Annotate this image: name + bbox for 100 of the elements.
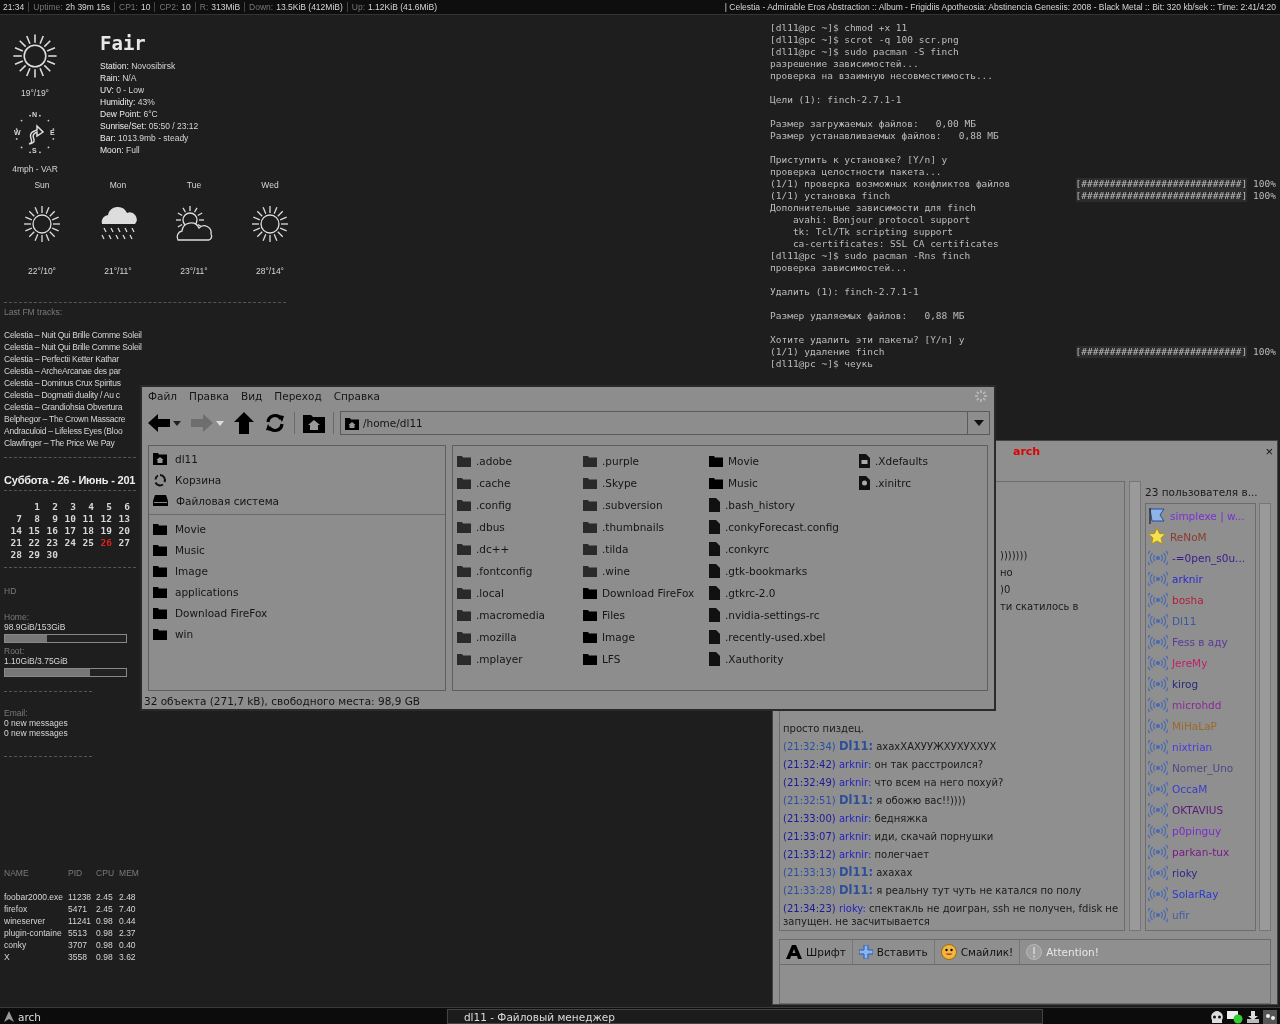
file-item[interactable]: .nvidia-settings-rc	[725, 609, 820, 621]
file-item[interactable]: .gtk-bookmarks	[725, 565, 808, 577]
column-header: MEM	[119, 867, 140, 879]
folder-icon	[583, 543, 597, 555]
document-icon	[709, 630, 720, 644]
file-item[interactable]: .dbus	[476, 521, 505, 533]
stat-value: 10	[181, 2, 191, 12]
file-item[interactable]: .fontconfig	[476, 565, 533, 577]
file-item[interactable]: .gtkrc-2.0	[725, 587, 776, 599]
broadcast-icon	[1148, 802, 1168, 819]
up-button[interactable]	[232, 412, 256, 434]
close-button[interactable]: ×	[1265, 445, 1273, 458]
file-item[interactable]: .dc++	[476, 543, 510, 555]
file-item[interactable]: .thumbnails	[602, 521, 665, 533]
file-item[interactable]: .conkyForecast.config	[725, 521, 839, 533]
terminal-line: (1/1) удаление finch	[770, 346, 885, 358]
file-item[interactable]: .wine	[602, 565, 630, 577]
process-cell: 2.45	[96, 903, 120, 915]
file-item[interactable]: .tilda	[602, 543, 629, 555]
forecast-day: Sun	[34, 180, 50, 190]
file-item[interactable]: .Xdefaults	[875, 455, 928, 467]
file-item[interactable]: .Xauthority	[725, 653, 784, 665]
file-item[interactable]: .local	[476, 587, 504, 599]
forecast-temperature: 21°/11°	[104, 266, 132, 276]
chat-status-icon[interactable]	[1227, 1009, 1243, 1024]
bookmark-item[interactable]: Music	[175, 543, 205, 556]
menu-item[interactable]: Правка	[189, 390, 229, 402]
file-item[interactable]: .macromedia	[476, 609, 545, 621]
calendar-day: 12	[100, 513, 112, 525]
menu-item[interactable]: Файл	[148, 390, 177, 402]
back-button[interactable]	[146, 413, 183, 433]
file-item[interactable]: Download FireFox	[602, 587, 695, 599]
calendar-day: 7	[16, 513, 22, 525]
user-name[interactable]: kirog	[1172, 678, 1199, 691]
file-item[interactable]: .cache	[476, 477, 511, 489]
file-item[interactable]: Movie	[728, 455, 760, 467]
scrollbar[interactable]	[1129, 480, 1141, 932]
bookmark-item[interactable]: Image	[175, 564, 208, 577]
weather-detail: Dew Point: 6°C	[100, 108, 159, 120]
toolbar-button[interactable]: Смайлик!	[934, 940, 1021, 965]
file-item[interactable]: LFS	[602, 653, 621, 665]
now-playing-text: | Celestia - Admirable Eros Abstraction :: Album - Frigidiis Apotheosia: Abstinencia Genesiis: 2008 - Black Metal :: Bit: 320 kb/sek :: Time: 2:41/4:20	[724, 2, 1277, 12]
weather-detail: Rain: N/A	[100, 72, 138, 84]
track-title: Belphegor – The Crown Massacre	[4, 414, 126, 424]
user-name[interactable]: arknir	[1172, 573, 1203, 586]
path-field[interactable]: /home/dl11	[340, 411, 990, 435]
scrollbar[interactable]	[1259, 502, 1271, 932]
menu-item[interactable]: Вид	[241, 390, 263, 402]
toolbar-button[interactable]: Вставить	[852, 940, 935, 965]
folder-icon	[153, 606, 167, 619]
process-cell: X	[4, 951, 69, 963]
user-name[interactable]: rioky	[1172, 867, 1198, 880]
bookmark-item[interactable]: win	[175, 627, 194, 640]
message-input[interactable]	[779, 965, 1271, 1004]
download-icon[interactable]	[1246, 1009, 1260, 1024]
place-item[interactable]: Корзина	[175, 473, 222, 486]
file-item[interactable]: Files	[602, 609, 626, 621]
place-item[interactable]: dl11	[175, 452, 198, 465]
bookmark-item[interactable]: Download FireFox	[175, 606, 268, 619]
calendar-day: 28	[10, 549, 22, 561]
file-item[interactable]: .subversion	[602, 499, 663, 511]
menu-item[interactable]: Переход	[274, 390, 322, 402]
process-cell: 3707	[68, 939, 97, 951]
file-item[interactable]: .xinitrc	[875, 477, 912, 489]
chat-message: (21:32:42) arknir: он так расстроился?	[783, 758, 985, 772]
file-item[interactable]: .mplayer	[476, 653, 523, 665]
calendar-day: 20	[118, 525, 130, 537]
home-button[interactable]	[301, 413, 327, 433]
file-item[interactable]: .config	[476, 499, 512, 511]
terminal-progress: [############################]	[1075, 346, 1248, 358]
user-name[interactable]: -=0pen_s0u...	[1172, 552, 1246, 565]
user-name[interactable]: parkan-tux	[1172, 846, 1230, 859]
place-item[interactable]: Файловая система	[176, 494, 279, 507]
file-item[interactable]: Music	[728, 477, 758, 489]
task-button[interactable]: dl11 - Файловый менеджер	[446, 1009, 1043, 1024]
bookmark-item[interactable]: Movie	[175, 522, 207, 535]
email-status: 0 new messages	[4, 728, 68, 738]
toolbar-button[interactable]: Шрифт	[780, 940, 853, 965]
menu-item[interactable]: Справка	[333, 390, 380, 402]
file-item[interactable]: .recently-used.xbel	[725, 631, 826, 643]
file-item[interactable]: .bash_history	[725, 499, 795, 511]
file-item[interactable]: .adobe	[476, 455, 512, 467]
calendar-day: 25	[82, 537, 94, 549]
folder-icon	[583, 499, 597, 511]
file-item[interactable]: Image	[602, 631, 635, 643]
broadcast-icon	[1148, 739, 1168, 756]
folder-icon	[583, 477, 597, 489]
file-item[interactable]: .mozilla	[476, 631, 517, 643]
bookmark-item[interactable]: applications	[175, 585, 239, 598]
start-button[interactable]: arch	[0, 1009, 47, 1024]
file-item[interactable]: .Skype	[602, 477, 638, 489]
terminal-progress: [############################]	[1075, 190, 1248, 202]
chat-message: (21:33:12) arknir: полегчает	[783, 848, 930, 862]
file-item[interactable]: .conkyrc	[725, 543, 769, 555]
forecast-day: Tue	[186, 180, 202, 190]
track-title: Celestia – Dogmatii duality / Au c	[4, 390, 120, 400]
calendar-day: 30	[46, 549, 58, 561]
user-name[interactable]: OKTAVIUS	[1172, 804, 1224, 817]
file-item[interactable]: .purple	[602, 455, 640, 467]
calendar-day: 4	[88, 501, 94, 513]
